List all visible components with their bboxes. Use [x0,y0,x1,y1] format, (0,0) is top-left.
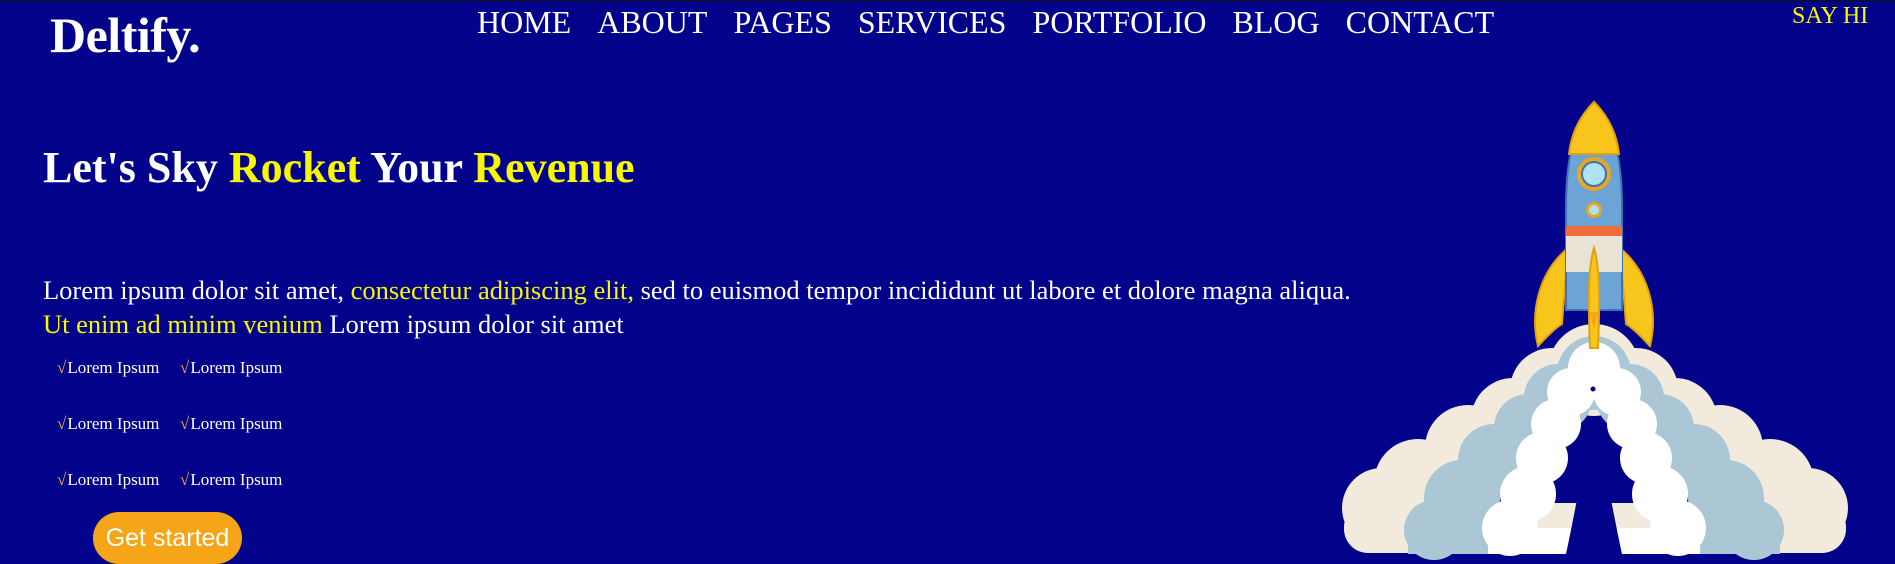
feature-label: Lorem Ipsum [190,414,283,433]
rocket-band [1566,226,1622,236]
paragraph-highlight: Ut enim ad minim venium [43,309,323,339]
headline-part: Let's Sky [43,143,229,192]
paragraph-highlight: consectetur adipiscing elit, [350,275,634,305]
check-icon: √ [57,358,67,377]
check-icon: √ [180,470,190,489]
headline-part: Your [360,143,474,192]
headline-highlight: Rocket [228,143,361,192]
nav-item-pages[interactable]: PAGES [733,2,831,42]
nav-item-blog[interactable]: BLOG [1233,2,1320,42]
check-icon: √ [180,414,190,433]
nav-item-home[interactable]: HOME [477,2,571,42]
check-icon: √ [57,470,67,489]
check-icon: √ [180,358,190,377]
feature-item: √Lorem Ipsum [57,414,180,470]
say-hi-link[interactable]: SAY HI [1792,3,1868,30]
paragraph-text: sed to euismod tempor incididunt ut labo… [633,275,1351,305]
feature-label: Lorem Ipsum [67,414,160,433]
nav-item-about[interactable]: ABOUT [597,2,707,42]
feature-list: √Lorem Ipsum √Lorem Ipsum √Lorem Ipsum √… [57,358,303,526]
right-fin [1618,245,1654,348]
feature-row: √Lorem Ipsum √Lorem Ipsum [57,358,303,414]
main-nav: HOME ABOUT PAGES SERVICES PORTFOLIO BLOG… [477,2,1520,42]
headline-highlight: Revenue [473,143,635,192]
rocket-nose [1567,100,1621,155]
brand-logo[interactable]: Deltify. [50,6,201,64]
nav-item-contact[interactable]: CONTACT [1346,2,1495,42]
feature-label: Lorem Ipsum [190,470,283,489]
paragraph-text: Lorem ipsum dolor sit amet, [43,275,351,305]
feature-label: Lorem Ipsum [190,358,283,377]
feature-item: √Lorem Ipsum [180,414,303,470]
center-fin [1587,244,1601,349]
feature-label: Lorem Ipsum [67,470,160,489]
paragraph-text: Lorem ipsum dolor sit amet [322,309,624,339]
rocket-launch-illustration [1342,100,1848,560]
nav-item-services[interactable]: SERVICES [858,2,1007,42]
hero-paragraph: Lorem ipsum dolor sit amet, consectetur … [43,273,1363,341]
nav-item-portfolio[interactable]: PORTFOLIO [1032,2,1206,42]
feature-item: √Lorem Ipsum [180,358,303,414]
left-fin [1534,245,1570,348]
feature-item: √Lorem Ipsum [57,358,180,414]
hero-headline: Let's Sky Rocket Your Revenue [43,142,635,193]
rocket-window [1581,161,1607,187]
rocket-porthole [1589,205,1599,215]
get-started-button[interactable]: Get started [93,512,242,564]
check-icon: √ [57,414,67,433]
exhaust-dot [1590,386,1596,392]
feature-label: Lorem Ipsum [67,358,160,377]
feature-row: √Lorem Ipsum √Lorem Ipsum [57,414,303,470]
